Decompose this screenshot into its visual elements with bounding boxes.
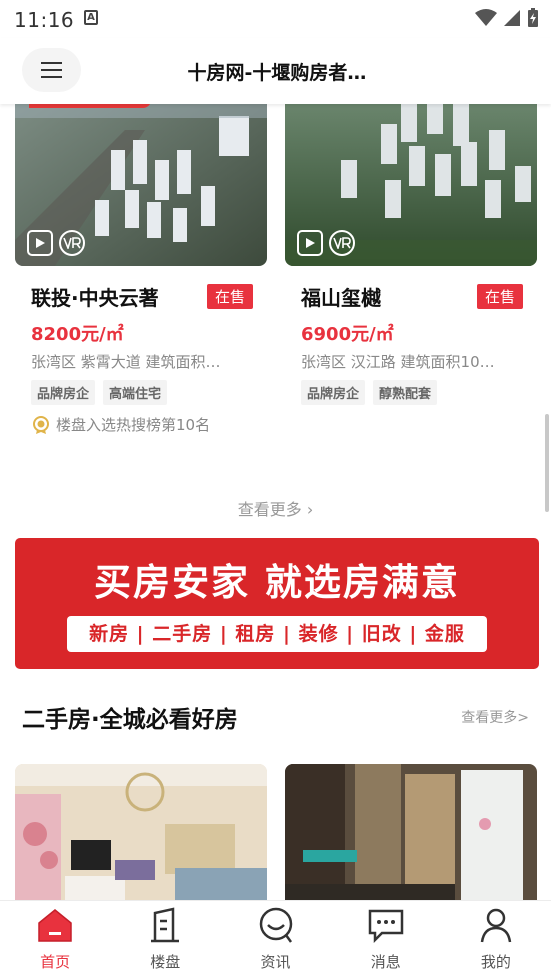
message-icon: [368, 909, 403, 944]
property-price: 6900元/㎡: [301, 324, 394, 345]
feature-tag: 醇熟配套: [373, 380, 438, 405]
vr-icon[interactable]: [329, 230, 355, 256]
signal-icon: [504, 10, 520, 26]
home-icon: [38, 909, 72, 942]
rank-note: 楼盘入选热搜榜第10名: [15, 414, 267, 435]
video-play-icon[interactable]: [297, 230, 323, 256]
interior-photo: [285, 764, 537, 900]
new-house-card[interactable]: 联投·中央云著 在售 8200元/㎡ 张湾区 紫霄大道 建筑面积… 品牌房企 高…: [15, 104, 267, 435]
media-icons: [297, 230, 355, 256]
banner-slogan: 买房安家 就选房满意: [94, 561, 460, 604]
sale-status-badge: 在售: [206, 284, 253, 309]
second-hand-see-more-link[interactable]: 查看更多>: [461, 707, 529, 727]
nav-buildings[interactable]: 楼盘: [110, 901, 220, 979]
nav-news[interactable]: 资讯: [220, 901, 330, 979]
menu-button[interactable]: [22, 48, 81, 92]
nav-messages[interactable]: 消息: [331, 901, 441, 979]
new-house-card[interactable]: 福山玺樾 在售 6900元/㎡ 张湾区 汉江路 建筑面积10… 品牌房企 醇熟配…: [285, 104, 537, 405]
sale-status-badge: 在售: [476, 284, 523, 309]
status-bar: 11:16 A: [0, 0, 551, 38]
second-hand-listing-image[interactable]: [15, 764, 267, 900]
property-image[interactable]: [285, 104, 537, 266]
building-icon: [151, 907, 180, 943]
property-tags: 品牌房企 醇熟配套: [285, 380, 537, 405]
nav-label: 消息: [370, 953, 401, 971]
feature-tag: 高端住宅: [103, 380, 168, 405]
second-hand-listing-image[interactable]: [285, 764, 537, 900]
vr-icon[interactable]: [59, 230, 85, 256]
main-scroll-area[interactable]: 联投·中央云著 在售 8200元/㎡ 张湾区 紫霄大道 建筑面积… 品牌房企 高…: [0, 104, 551, 900]
living-room-photo: [15, 764, 267, 900]
property-name: 福山玺樾: [301, 286, 381, 310]
property-address: 张湾区 汉江路 建筑面积10…: [301, 353, 495, 371]
page-title: 十房网-十堰购房者…: [187, 62, 367, 84]
battery-icon: [528, 8, 538, 27]
see-more-label: 查看更多: [237, 500, 302, 519]
see-more-new-houses-link[interactable]: 查看更多 ›: [0, 496, 551, 520]
status-icons: [475, 7, 539, 29]
nav-label: 资讯: [260, 953, 291, 971]
second-hand-section-title: 二手房·全城必看好房: [22, 707, 238, 733]
status-time: 11:16: [14, 8, 75, 32]
news-bubble-icon: [259, 907, 292, 943]
top-header: 十房网-十堰购房者…: [0, 38, 551, 104]
media-icons: [27, 230, 85, 256]
notification-icon: A: [84, 10, 98, 25]
hamburger-icon: [41, 62, 62, 78]
property-name: 联投·中央云著: [31, 286, 159, 310]
rank-text: 楼盘入选热搜榜第10名: [56, 416, 211, 434]
promo-banner[interactable]: 买房安家 就选房满意 新房 | 二手房 | 租房 | 装修 | 旧改 | 金服: [15, 538, 539, 669]
feature-tag: 品牌房企: [31, 380, 96, 405]
feature-tag: 品牌房企: [301, 380, 366, 405]
property-address: 张湾区 紫霄大道 建筑面积…: [31, 353, 221, 371]
bottom-navigation: 首页 楼盘 资讯 消息 我的: [0, 900, 551, 979]
video-play-icon[interactable]: [27, 230, 53, 256]
image-corner-tag: [29, 104, 151, 108]
scrollbar[interactable]: [545, 414, 549, 512]
profile-icon: [480, 908, 512, 943]
nav-label: 楼盘: [150, 953, 181, 971]
property-price: 8200元/㎡: [31, 324, 124, 345]
chevron-right-icon: ›: [306, 500, 314, 519]
property-image[interactable]: [15, 104, 267, 266]
nav-label: 首页: [40, 953, 71, 971]
property-tags: 品牌房企 高端住宅: [15, 380, 267, 405]
nav-label: 我的: [480, 953, 511, 971]
medal-icon: [33, 415, 49, 434]
nav-profile[interactable]: 我的: [441, 901, 551, 979]
wifi-icon: [475, 9, 497, 26]
banner-services: 新房 | 二手房 | 租房 | 装修 | 旧改 | 金服: [67, 616, 487, 652]
nav-home[interactable]: 首页: [0, 901, 110, 979]
